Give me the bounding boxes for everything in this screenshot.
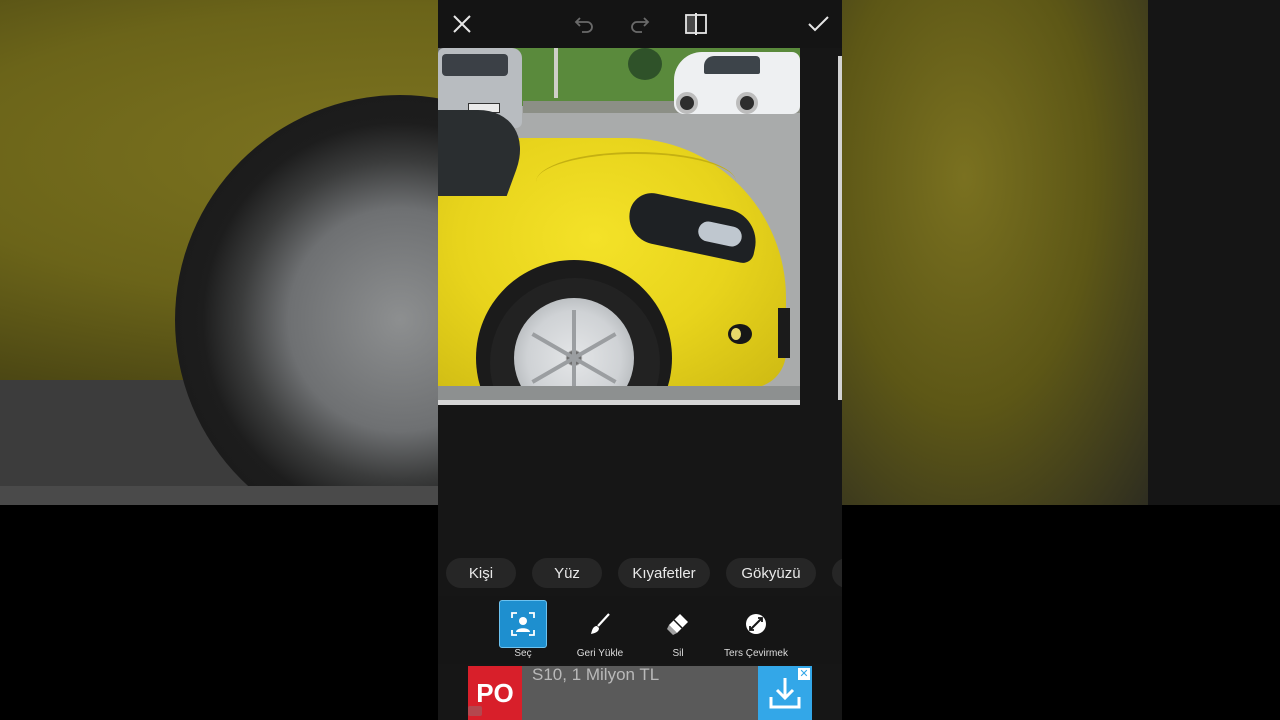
category-more[interactable]: [832, 558, 842, 588]
ad-banner[interactable]: PO S10, 1 Milyon TL ✕: [438, 666, 842, 720]
ad-text[interactable]: S10, 1 Milyon TL: [532, 666, 659, 684]
tool-invert[interactable]: Ters Çevirmek: [716, 600, 796, 660]
category-person[interactable]: Kişi: [446, 558, 516, 588]
eraser-icon: [654, 600, 702, 648]
undo-icon: [574, 17, 593, 33]
redo-button[interactable]: [626, 10, 654, 38]
brush-icon: [576, 600, 624, 648]
compare-button[interactable]: [682, 10, 710, 38]
ad-badge: [468, 706, 482, 716]
invert-icon: [732, 600, 780, 648]
photo-canvas[interactable]: [438, 48, 800, 405]
category-sky[interactable]: Gökyüzü: [726, 558, 816, 588]
top-toolbar: [438, 0, 842, 48]
category-clothes[interactable]: Kıyafetler: [618, 558, 710, 588]
selection-category-bar: Kişi Yüz Kıyafetler Gökyüzü: [438, 550, 842, 596]
checkmark-icon: [808, 16, 829, 32]
tool-erase[interactable]: Sil: [638, 600, 718, 660]
compare-icon: [685, 13, 707, 35]
blurred-photo-right: [842, 0, 1148, 505]
tool-restore[interactable]: Geri Yükle: [560, 600, 640, 660]
undo-button[interactable]: [570, 10, 598, 38]
close-icon: [453, 15, 471, 33]
close-button[interactable]: [448, 10, 476, 38]
redo-icon: [631, 17, 650, 33]
tool-select[interactable]: Seç: [483, 600, 563, 660]
apply-button[interactable]: [804, 10, 832, 38]
ad-close-button[interactable]: ✕: [798, 668, 810, 680]
app-screen: Kişi Yüz Kıyafetler Gökyüzü Seç Geri Yük…: [438, 0, 842, 720]
person-select-icon: [499, 600, 547, 648]
category-face[interactable]: Yüz: [532, 558, 602, 588]
mask-tools-bar: Seç Geri Yükle Sil Ters Çevirmek: [438, 596, 842, 664]
